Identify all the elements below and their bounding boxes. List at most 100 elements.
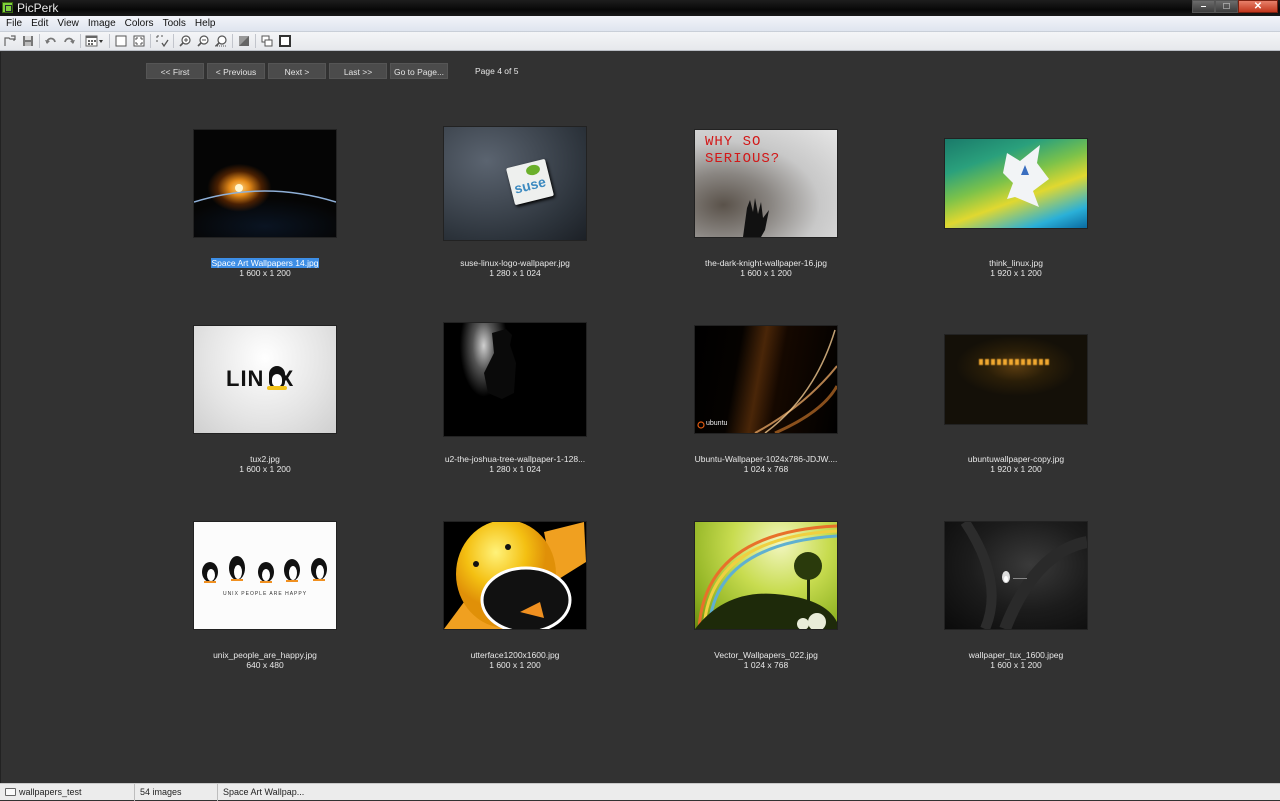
fullscreen-icon bbox=[279, 35, 291, 47]
page-indicator: Page 4 of 5 bbox=[475, 66, 519, 76]
menu-bar: File Edit View Image Colors Tools Help bbox=[0, 16, 1280, 32]
zoom-fit-button[interactable] bbox=[212, 33, 230, 50]
select-rect-icon bbox=[115, 35, 127, 47]
select-rect-button[interactable] bbox=[112, 33, 130, 50]
thumbnail-dimensions: 1 600 x 1 200 bbox=[239, 268, 291, 278]
undo-button[interactable] bbox=[42, 33, 60, 50]
open-icon bbox=[4, 35, 16, 46]
zoom-out-button[interactable] bbox=[194, 33, 212, 50]
zoom-fit-icon bbox=[215, 35, 227, 47]
thumbnail-item[interactable]: u2-the-joshua-tree-wallpaper-1-128... 1 … bbox=[405, 318, 625, 508]
thumbnail-filename: Space Art Wallpapers 14.jpg bbox=[210, 258, 320, 268]
select-tool-button[interactable] bbox=[153, 33, 171, 50]
adjust-icon bbox=[239, 36, 249, 46]
open-button[interactable] bbox=[1, 33, 19, 50]
earth-horizon-graphic bbox=[194, 184, 336, 203]
compare-button[interactable] bbox=[258, 33, 276, 50]
thumbnail-image bbox=[444, 323, 586, 436]
thumbnail-dimensions: 1 024 x 768 bbox=[743, 660, 789, 670]
thumbnail-filename: utterface1200x1600.jpg bbox=[470, 650, 560, 660]
thumbnail-filename: the-dark-knight-wallpaper-16.jpg bbox=[705, 258, 827, 268]
thumbnail-filename: Ubuntu-Wallpaper-1024x786-JDJW.... bbox=[694, 454, 838, 464]
title-bar: PicPerk – □ ✕ bbox=[0, 0, 1280, 16]
thumbnail-image bbox=[194, 130, 336, 237]
fit-icon bbox=[133, 35, 145, 47]
thumbnail-filename: Vector_Wallpapers_022.jpg bbox=[714, 650, 818, 660]
thumbnail-image: ubuntu bbox=[695, 326, 837, 433]
thumbnail-dimensions: 640 x 480 bbox=[246, 660, 284, 670]
fullscreen-button[interactable] bbox=[276, 33, 294, 50]
thumbnail-item[interactable]: wallpaper_tux_1600.jpeg 1 600 x 1 200 bbox=[906, 514, 1126, 704]
minimize-button[interactable]: – bbox=[1192, 0, 1215, 13]
thumbnail-image: LIN X bbox=[194, 326, 336, 433]
thumbnail-image bbox=[444, 522, 586, 629]
thumbnail-dimensions: 1 600 x 1 200 bbox=[489, 660, 541, 670]
thumbnail-dimensions: 1 280 x 1 024 bbox=[489, 464, 541, 474]
thumbnail-image: UNIX PEOPLE ARE HAPPY bbox=[194, 522, 336, 629]
thumbnail-dimensions: 1 600 x 1 200 bbox=[239, 464, 291, 474]
view-mode-dropdown[interactable] bbox=[83, 33, 107, 50]
undo-icon bbox=[45, 37, 56, 44]
save-button[interactable] bbox=[19, 33, 37, 50]
thumbnail-item[interactable]: ubuntu Ubuntu-Wallpaper-1024x786-JDJW...… bbox=[656, 318, 876, 508]
first-page-button[interactable]: << First bbox=[146, 63, 204, 79]
thumbnail-dimensions: 1 600 x 1 200 bbox=[990, 660, 1042, 670]
zoom-out-icon bbox=[197, 35, 209, 47]
thumbnail-dimensions: 1 280 x 1 024 bbox=[489, 268, 541, 278]
app-logo-icon bbox=[2, 2, 13, 13]
menu-file[interactable]: File bbox=[2, 16, 27, 31]
maximize-button[interactable]: □ bbox=[1215, 0, 1238, 13]
thumbnail-filename: u2-the-joshua-tree-wallpaper-1-128... bbox=[444, 454, 586, 464]
compare-icon bbox=[261, 35, 273, 47]
menu-help[interactable]: Help bbox=[191, 16, 221, 31]
menu-tools[interactable]: Tools bbox=[159, 16, 191, 31]
thumbnail-item[interactable]: LIN X tux2.jpg 1 600 x 1 200 bbox=[155, 318, 375, 508]
view-mode-dropdown-icon bbox=[85, 35, 103, 47]
thumbnail-item[interactable]: Vector_Wallpapers_022.jpg 1 024 x 768 bbox=[656, 514, 876, 704]
thumbnail-image bbox=[945, 139, 1087, 228]
thumbnail-image: WHY SO SERIOUS? bbox=[695, 130, 837, 237]
thumbnail-item[interactable]: utterface1200x1600.jpg 1 600 x 1 200 bbox=[405, 514, 625, 704]
thumbnail-item[interactable]: ubuntuwallpaper-copy.jpg 1 920 x 1 200 bbox=[906, 318, 1126, 508]
zoom-in-button[interactable] bbox=[176, 33, 194, 50]
thumbnail-item[interactable]: WHY SO SERIOUS? the-dark-knight-wallpape… bbox=[656, 122, 876, 312]
redo-button[interactable] bbox=[60, 33, 78, 50]
select-tool-icon bbox=[156, 35, 169, 48]
menu-view[interactable]: View bbox=[53, 16, 84, 31]
status-folder: wallpapers_test bbox=[0, 784, 135, 801]
status-selected-file: Space Art Wallpap... bbox=[223, 787, 305, 797]
penguins-graphic bbox=[202, 556, 327, 583]
next-page-button[interactable]: Next > bbox=[268, 63, 326, 79]
thumbnail-filename: unix_people_are_happy.jpg bbox=[213, 650, 317, 660]
ubuntu-logo-text: ubuntu bbox=[706, 420, 728, 427]
folder-icon bbox=[5, 788, 16, 796]
pager: << First < Previous Next > Last >> Go to… bbox=[146, 63, 518, 79]
previous-page-button[interactable]: < Previous bbox=[207, 63, 265, 79]
thumbnail-dimensions: 1 024 x 768 bbox=[743, 464, 789, 474]
utterface-graphic bbox=[444, 522, 586, 629]
adjust-button[interactable] bbox=[235, 33, 253, 50]
tux-dark-graphic bbox=[960, 522, 1087, 629]
window-title: PicPerk bbox=[17, 1, 59, 15]
thumbnail-item[interactable]: UNIX PEOPLE ARE HAPPY unix_people_are_ha… bbox=[155, 514, 375, 704]
close-button[interactable]: ✕ bbox=[1238, 0, 1278, 13]
fit-button[interactable] bbox=[130, 33, 148, 50]
last-page-button[interactable]: Last >> bbox=[329, 63, 387, 79]
menu-colors[interactable]: Colors bbox=[121, 16, 159, 31]
thumbnail-dimensions: 1 920 x 1 200 bbox=[990, 268, 1042, 278]
thumbnail-item[interactable]: suse suse-linux-logo-wallpaper.jpg 1 280… bbox=[405, 122, 625, 312]
thumbnail-dimensions: 1 600 x 1 200 bbox=[740, 268, 792, 278]
thumbnail-item[interactable]: Space Art Wallpapers 14.jpg 1 600 x 1 20… bbox=[155, 122, 375, 312]
penguins-caption-text: UNIX PEOPLE ARE HAPPY bbox=[222, 591, 308, 597]
thumbnail-item[interactable]: think_linux.jpg 1 920 x 1 200 bbox=[906, 122, 1126, 312]
menu-image[interactable]: Image bbox=[84, 16, 121, 31]
status-folder-name: wallpapers_test bbox=[19, 787, 82, 797]
goto-page-button[interactable]: Go to Page... bbox=[390, 63, 448, 79]
redo-icon bbox=[64, 37, 75, 44]
thumbnail-image: suse bbox=[444, 127, 586, 240]
thumbnail-image bbox=[945, 335, 1087, 424]
menu-edit[interactable]: Edit bbox=[27, 16, 53, 31]
thumbnail-filename: ubuntuwallpaper-copy.jpg bbox=[967, 454, 1065, 464]
thumbnail-dimensions: 1 920 x 1 200 bbox=[990, 464, 1042, 474]
thumbnail-image bbox=[695, 522, 837, 629]
